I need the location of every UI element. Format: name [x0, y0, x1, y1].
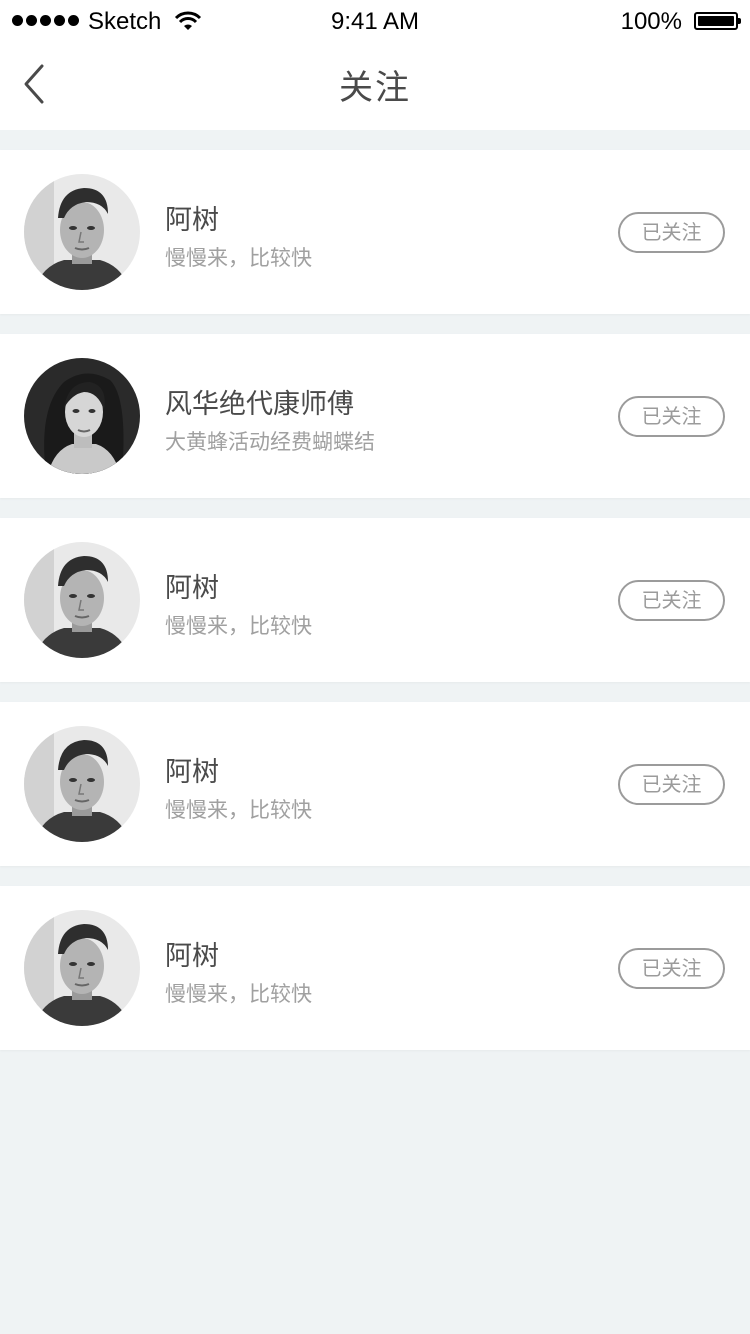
- user-name: 阿树: [165, 941, 219, 972]
- followed-button[interactable]: 已关注: [618, 396, 725, 437]
- user-name: 风华绝代康师傅: [165, 389, 354, 420]
- list-item[interactable]: 阿树慢慢来，比较快 已关注: [0, 886, 750, 1050]
- list-item[interactable]: 阿树慢慢来，比较快 已关注: [0, 702, 750, 866]
- followed-button[interactable]: 已关注: [618, 764, 725, 805]
- avatar[interactable]: [24, 726, 140, 842]
- nav-bar: 关注: [0, 44, 750, 130]
- followed-button[interactable]: 已关注: [618, 580, 725, 621]
- user-name: 阿树: [165, 757, 219, 788]
- list-item[interactable]: 阿树慢慢来，比较快 已关注: [0, 518, 750, 682]
- battery-percentage: 100%: [620, 8, 682, 35]
- user-description: 慢慢来，比较快: [165, 246, 312, 270]
- followed-button[interactable]: 已关注: [618, 948, 725, 989]
- list-item[interactable]: 阿树慢慢来，比较快 已关注: [0, 150, 750, 314]
- avatar[interactable]: [24, 542, 140, 658]
- avatar[interactable]: [24, 358, 140, 474]
- status-bar: Sketch 9:41 AM 100%: [0, 0, 750, 44]
- battery-icon: [694, 12, 741, 30]
- follow-list: 阿树 慢慢来，比较快 已关注 风华绝代康师傅 大黄蜂活动经费蝴蝶结 已关注 阿树 慢慢来，…: [0, 130, 750, 1050]
- user-description: 慢慢来，比较快: [165, 798, 312, 822]
- user-description: 大黄蜂活动经费蝴蝶结: [165, 430, 375, 454]
- user-description: 慢慢来，比较快: [165, 614, 312, 638]
- user-description: 慢慢来，比较快: [165, 982, 312, 1006]
- user-name: 阿树: [165, 205, 219, 236]
- page-title: 关注: [339, 68, 411, 108]
- followed-button[interactable]: 已关注: [618, 212, 725, 253]
- user-name: 阿树: [165, 573, 219, 604]
- avatar[interactable]: [24, 910, 140, 1026]
- list-item[interactable]: 风华绝代康师傅大黄蜂活动经费蝴蝶结 已关注: [0, 334, 750, 498]
- avatar[interactable]: [24, 174, 140, 290]
